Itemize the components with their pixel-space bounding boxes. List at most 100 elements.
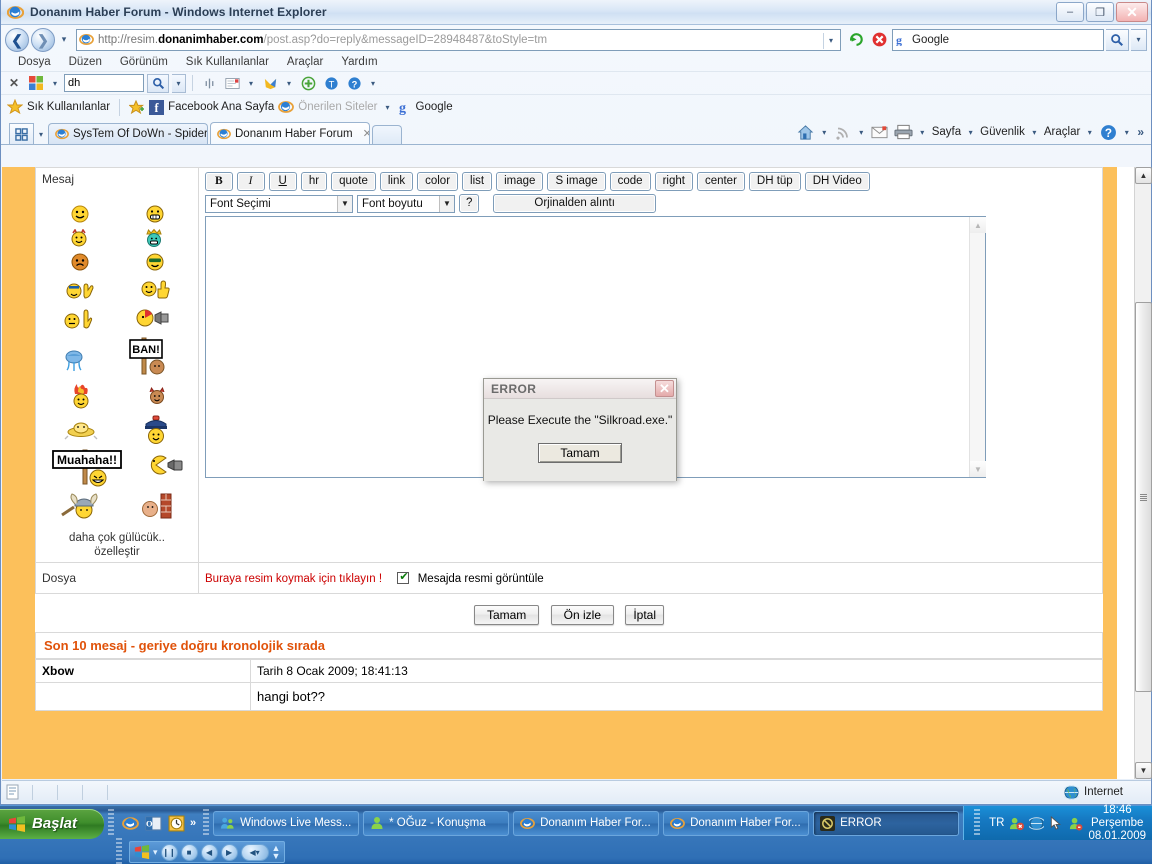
cancel-button[interactable]: İptal [625, 605, 665, 625]
toolbar-overflow-icon[interactable]: ▾ [367, 79, 379, 88]
facebook-icon[interactable]: f [149, 99, 165, 115]
refresh-icon[interactable] [846, 29, 867, 50]
ie-icon[interactable] [121, 814, 140, 833]
stop-icon[interactable]: ■ [180, 843, 198, 861]
smiley-sunglasses[interactable] [146, 253, 164, 271]
taskbar-button-oguz-konusma[interactable]: * OĞuz - Konuşma [363, 810, 510, 836]
history-dropdown-icon[interactable]: ▾ [57, 34, 71, 45]
show-image-checkbox[interactable] [397, 570, 410, 584]
scrollbar-thumb[interactable] [1135, 302, 1152, 692]
taskbar-button-donanim-haber-1[interactable]: Donanım Haber For... [513, 810, 660, 836]
autofill-dropdown-icon[interactable]: ▾ [245, 79, 257, 88]
tab-system-of-down[interactable]: SysTem Of DoWn - SpiderS (... [48, 123, 208, 144]
smiley-devil-face[interactable] [147, 386, 167, 406]
volume-icon[interactable]: ◀▾ [240, 843, 269, 861]
onerilen-siteler-dropdown-icon[interactable]: ▾ [382, 103, 394, 112]
minimize-button[interactable]: – [1056, 2, 1084, 22]
network-tray-icon[interactable] [1029, 816, 1045, 831]
smiley-viking-helmet[interactable] [60, 491, 104, 521]
textarea-scrollbar[interactable]: ▲ ▼ [969, 217, 986, 477]
font-family-select[interactable]: Font Seçimi ▼ [205, 194, 353, 213]
color-button[interactable]: color [417, 172, 459, 191]
highlight-icon[interactable] [199, 73, 219, 93]
toolbar-grip[interactable] [203, 809, 210, 837]
quicklaunch-overflow-icon[interactable]: » [190, 817, 196, 829]
print-icon[interactable] [893, 122, 915, 142]
quick-tabs-dropdown-icon[interactable]: ▾ [34, 130, 48, 144]
smiley-crying-blue[interactable] [61, 346, 87, 372]
tab-donanim-haber-forum[interactable]: Donanım Haber Forum ✕ [210, 122, 370, 144]
help-icon[interactable]: ? [344, 73, 364, 93]
toolbar-close-icon[interactable]: ✕ [5, 76, 23, 90]
smiley-orange-sad[interactable] [71, 253, 89, 271]
araclar-dropdown-icon[interactable]: ▾ [1084, 128, 1095, 137]
language-indicator[interactable]: TR [989, 817, 1004, 829]
original-quote-button[interactable]: Orjinalden alıntı [493, 194, 656, 213]
quote-button[interactable]: quote [331, 172, 376, 191]
bookmarks-dropdown-icon[interactable]: ▾ [283, 79, 295, 88]
smiley-thumbs-up[interactable] [140, 276, 170, 300]
media-resize-icon[interactable]: ▲ ▼ [272, 844, 281, 861]
plus-icon[interactable] [298, 73, 318, 93]
home-icon[interactable] [795, 122, 817, 142]
smiley-customize-link[interactable]: özelleştir [42, 546, 192, 558]
start-button[interactable]: Başlat [0, 808, 104, 839]
smiley-brick-wall[interactable] [140, 491, 174, 521]
dialog-close-icon[interactable]: ✕ [655, 380, 674, 397]
google-logo-dropdown-icon[interactable]: ▾ [49, 79, 61, 88]
dh-tup-button[interactable]: DH tüp [748, 172, 801, 191]
s-image-button[interactable]: S image [547, 172, 606, 191]
menu-item-gorunum[interactable]: Görünüm [111, 56, 177, 68]
back-arrow-icon[interactable]: ❮ [5, 27, 29, 52]
hr-button[interactable]: hr [300, 172, 328, 191]
scroll-down-icon[interactable]: ▼ [1135, 762, 1152, 779]
search-icon[interactable] [1106, 28, 1129, 51]
smiley-police-cop[interactable] [142, 415, 170, 445]
smiley-rock-hand[interactable] [65, 276, 95, 300]
error-dialog[interactable]: ERROR ✕ Please Execute the "Silkroad.exe… [483, 378, 677, 481]
google-search-icon[interactable] [147, 73, 169, 93]
smiley-muahaha-sign[interactable]: Muahaha!! [51, 446, 127, 488]
autofill-icon[interactable] [222, 73, 242, 93]
search-input[interactable]: g Google [892, 28, 1104, 51]
image-button[interactable]: image [496, 172, 544, 191]
menu-item-sik-kullanilanlar[interactable]: Sık Kullanılanlar [177, 56, 278, 68]
media-player-icon[interactable] [134, 844, 150, 860]
google-g-icon[interactable]: g [398, 99, 412, 115]
upload-image-link[interactable]: Buraya resim koymak için tıklayın ! [205, 573, 382, 585]
toolbar-grip[interactable] [107, 809, 114, 837]
security-zone[interactable]: Internet [1064, 784, 1147, 800]
favorites-bar-label[interactable]: Sık Kullanılanlar [27, 101, 110, 113]
forward-arrow-icon[interactable]: ❯ [31, 27, 55, 52]
translate-icon[interactable]: T [321, 73, 341, 93]
quick-tabs-icon[interactable] [9, 123, 34, 144]
clock-icon[interactable] [167, 814, 186, 833]
taskbar-button-donanim-haber-2[interactable]: Donanım Haber For... [663, 810, 810, 836]
dh-video-button[interactable]: DH Video [804, 172, 870, 191]
menu-item-duzen[interactable]: Düzen [60, 56, 111, 68]
editor-help-button[interactable]: ? [459, 194, 480, 213]
submit-button[interactable]: Tamam [473, 605, 540, 625]
help-dropdown-icon[interactable]: ▾ [1121, 128, 1132, 137]
media-menu-icon[interactable]: ▾ [153, 847, 158, 858]
menu-item-yardim[interactable]: Yardım [332, 56, 386, 68]
scroll-down-icon[interactable]: ▼ [970, 461, 986, 477]
menu-item-dosya[interactable]: Dosya [9, 56, 60, 68]
smiley-devil-horns[interactable] [70, 229, 88, 247]
smiley-on-fire[interactable] [67, 380, 97, 412]
add-to-favorites-icon[interactable] [129, 99, 145, 115]
taskbar-button-live-messenger[interactable]: Windows Live Mess... [213, 810, 360, 836]
scroll-up-icon[interactable]: ▲ [1135, 167, 1152, 184]
msn-tray-icon[interactable] [1009, 816, 1025, 831]
align-right-button[interactable]: right [654, 172, 693, 191]
tab-close-icon[interactable]: ✕ [363, 127, 369, 140]
maximize-button[interactable]: ❐ [1086, 2, 1114, 22]
help-icon[interactable]: ? [1097, 122, 1119, 142]
pause-icon[interactable]: ❙❙ [160, 843, 178, 861]
guvenlik-dropdown-icon[interactable]: ▾ [1029, 128, 1040, 137]
preview-button[interactable]: Ön izle [550, 605, 614, 625]
underline-button[interactable]: U [268, 172, 297, 191]
link-button[interactable]: link [379, 172, 414, 191]
page-scrollbar[interactable]: ▲ ▼ [1134, 167, 1152, 779]
favorites-star-icon[interactable] [7, 99, 23, 115]
